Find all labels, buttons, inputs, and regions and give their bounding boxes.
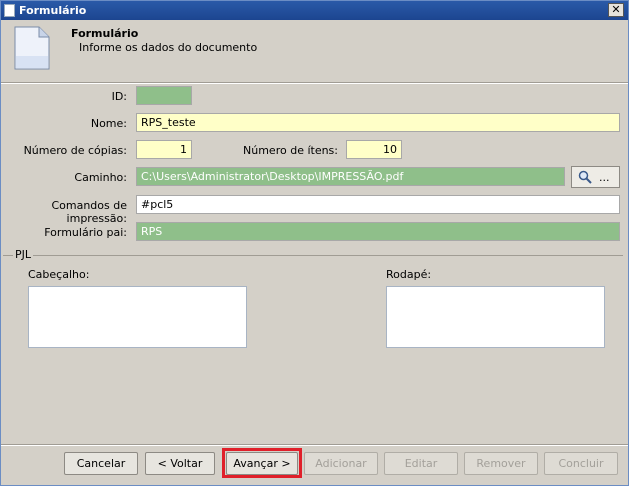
rodape-textarea[interactable] bbox=[386, 286, 605, 348]
title-bar[interactable]: Formulário ✕ bbox=[1, 1, 628, 20]
caminho-field[interactable]: C:\Users\Administrator\Desktop\IMPRESSÃO… bbox=[136, 167, 565, 186]
header-title: Formulário bbox=[71, 27, 139, 40]
caminho-label: Caminho: bbox=[74, 171, 127, 184]
cabecalho-label: Cabeçalho: bbox=[28, 268, 90, 281]
itens-label: Número de ítens: bbox=[243, 144, 338, 157]
window-icon bbox=[4, 4, 15, 17]
pjl-group-line bbox=[3, 255, 623, 256]
browse-label: ... bbox=[599, 171, 610, 184]
itens-field[interactable]: 10 bbox=[346, 140, 402, 159]
adicionar-button[interactable]: Adicionar bbox=[304, 452, 378, 475]
copias-field[interactable]: 1 bbox=[136, 140, 192, 159]
voltar-button[interactable]: < Voltar bbox=[145, 452, 215, 475]
id-field[interactable] bbox=[136, 86, 192, 105]
close-button[interactable]: ✕ bbox=[608, 3, 624, 17]
wizard-header: Formulário Informe os dados do documento bbox=[1, 20, 628, 82]
window-title: Formulário bbox=[19, 4, 87, 17]
magnifier-icon bbox=[578, 170, 592, 184]
comandos-label: Comandos de impressão: bbox=[51, 199, 127, 225]
footer-divider bbox=[1, 444, 628, 446]
remover-button[interactable]: Remover bbox=[464, 452, 538, 475]
header-divider bbox=[1, 82, 628, 84]
formulario-pai-label: Formulário pai: bbox=[44, 226, 127, 239]
formulario-pai-field[interactable]: RPS bbox=[136, 222, 620, 241]
document-icon bbox=[14, 26, 50, 70]
browse-button[interactable]: ... bbox=[571, 166, 620, 188]
concluir-button[interactable]: Concluir bbox=[544, 452, 618, 475]
avancar-highlight bbox=[222, 448, 302, 478]
copias-label: Número de cópias: bbox=[23, 144, 127, 157]
cabecalho-textarea[interactable] bbox=[28, 286, 247, 348]
editar-button[interactable]: Editar bbox=[384, 452, 458, 475]
nome-label: Nome: bbox=[90, 117, 127, 130]
cancelar-button[interactable]: Cancelar bbox=[64, 452, 138, 475]
comandos-field[interactable]: #pcl5 bbox=[136, 195, 620, 214]
id-label: ID: bbox=[111, 90, 127, 103]
pjl-group-label: PJL bbox=[13, 248, 34, 261]
header-subtitle: Informe os dados do documento bbox=[79, 41, 258, 54]
formulario-window: Formulário ✕ Formulário Informe os dados… bbox=[0, 0, 629, 486]
rodape-label: Rodapé: bbox=[386, 268, 432, 281]
nome-field[interactable]: RPS_teste bbox=[136, 113, 620, 132]
